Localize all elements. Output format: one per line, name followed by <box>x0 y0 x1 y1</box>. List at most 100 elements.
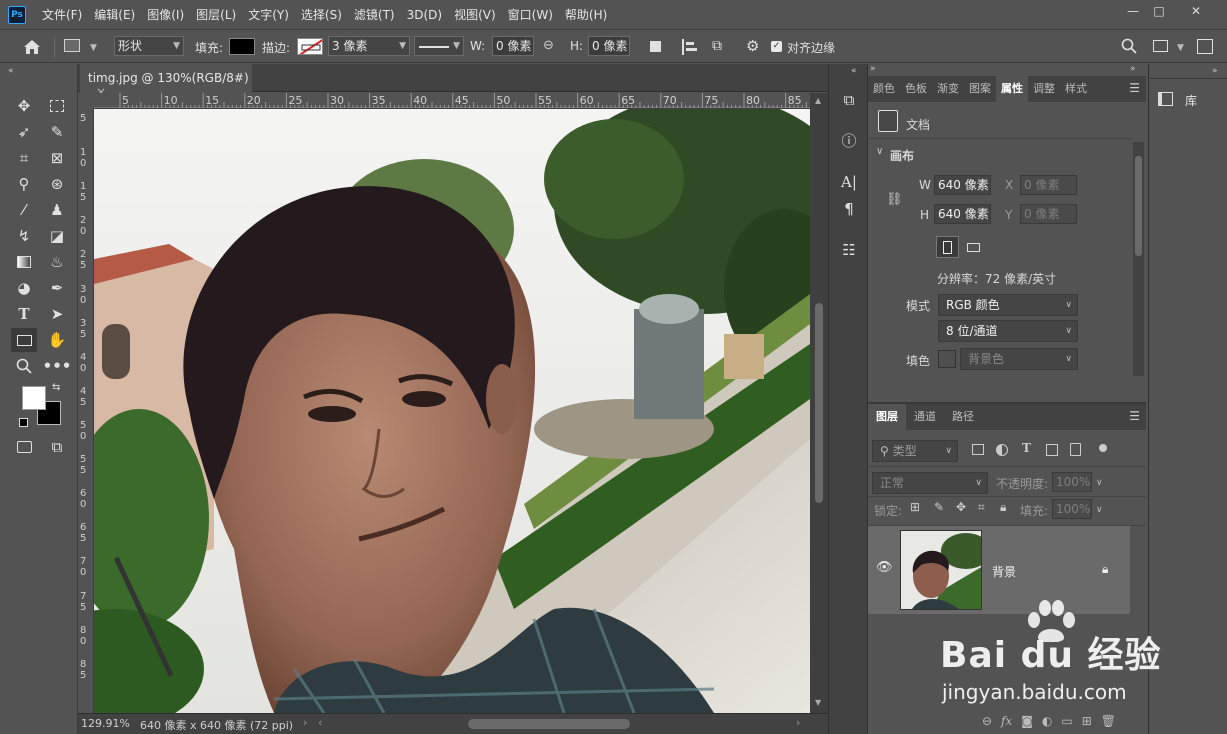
layer-style-icon[interactable]: fx <box>1001 714 1012 728</box>
stroke-width-select[interactable]: 3 像素 ▼ <box>328 36 410 56</box>
fill-color-select[interactable]: 背景色 ∨ <box>960 348 1078 370</box>
history-panel-icon[interactable]: ⧉ <box>837 88 861 112</box>
fill-swatch[interactable] <box>229 38 255 55</box>
type-filter-icon[interactable]: T <box>1022 441 1031 455</box>
brush-tool-icon[interactable]: ⁄ <box>11 198 37 222</box>
lock-transparency-icon[interactable]: ⊞ <box>910 500 920 514</box>
libraries-label[interactable]: 库 <box>1185 92 1197 109</box>
clone-stamp-tool-icon[interactable]: ♟ <box>44 198 70 222</box>
new-group-icon[interactable]: ▭ <box>1061 714 1072 728</box>
portrait-orientation-icon[interactable] <box>936 236 959 258</box>
canvas-height-input[interactable]: 640 像素 <box>934 204 991 224</box>
menu-edit[interactable]: 编辑(E) <box>88 0 141 30</box>
canvas[interactable] <box>94 109 810 713</box>
image-filter-icon[interactable] <box>972 444 984 455</box>
new-adjustment-layer-icon[interactable]: ◐ <box>1042 714 1052 728</box>
add-mask-icon[interactable]: ◙ <box>1021 714 1033 728</box>
canvas-y-input[interactable]: 0 像素 <box>1020 204 1077 224</box>
lock-artboard-icon[interactable]: ⌗ <box>978 500 985 515</box>
zoom-tool-icon[interactable] <box>11 354 37 378</box>
menu-filter[interactable]: 滤镜(T) <box>348 0 401 30</box>
libraries-icon[interactable] <box>1158 92 1173 106</box>
swap-colors-icon[interactable]: ⇆ <box>52 382 60 393</box>
vertical-scroll-thumb[interactable] <box>815 303 823 503</box>
blend-mode-select[interactable]: 正常 ∨ <box>872 472 988 494</box>
opacity-input[interactable]: 100% <box>1052 472 1092 492</box>
scroll-right-icon[interactable]: › <box>796 716 800 729</box>
gradient-tool-icon[interactable] <box>11 250 37 274</box>
fill-color-swatch[interactable] <box>938 350 956 368</box>
scroll-left-icon[interactable]: ‹ <box>318 716 322 729</box>
link-layers-icon[interactable]: ⊖ <box>982 714 992 728</box>
layer-row[interactable]: 👁︎ 背景 🔒︎ <box>868 526 1130 614</box>
collapse-panel-icon[interactable]: « <box>8 66 14 76</box>
status-menu-icon[interactable]: › <box>303 716 307 729</box>
collapse-panel-icon[interactable]: » <box>1212 66 1218 76</box>
chevron-down-icon[interactable]: ▼ <box>1177 43 1184 53</box>
expand-panels-icon[interactable]: « <box>851 66 857 76</box>
panel-menu-icon[interactable]: ☰ <box>1129 81 1140 95</box>
tab-gradients[interactable]: 渐变 <box>932 76 964 102</box>
layer-name[interactable]: 背景 <box>992 563 1016 580</box>
canvas-x-input[interactable]: 0 像素 <box>1020 175 1077 195</box>
horizontal-scroll-thumb[interactable] <box>468 719 630 729</box>
menu-image[interactable]: 图像(I) <box>141 0 190 30</box>
filter-toggle-icon[interactable] <box>1099 444 1107 452</box>
zoom-level[interactable]: 129.91% <box>81 717 130 730</box>
path-selection-tool-icon[interactable]: ➤ <box>44 302 70 326</box>
vertical-scrollbar[interactable]: ▲ ▼ <box>810 93 828 713</box>
align-edges-checkbox[interactable]: ✓ <box>771 41 782 52</box>
tab-adjustments[interactable]: 调整 <box>1028 76 1060 102</box>
tab-paths[interactable]: 路径 <box>944 404 982 430</box>
screen-mode-icon[interactable]: ⧉ <box>44 435 70 459</box>
chevron-down-icon[interactable]: ∨ <box>876 146 883 157</box>
eraser-tool-icon[interactable]: ◪ <box>44 224 70 248</box>
document-tab[interactable]: timg.jpg @ 130%(RGB/8#) × <box>80 64 252 99</box>
chevron-down-icon[interactable]: ▼ <box>90 43 97 53</box>
menu-window[interactable]: 窗口(W) <box>502 0 559 30</box>
tab-channels[interactable]: 通道 <box>906 404 944 430</box>
panel-menu-icon[interactable]: ☰ <box>1129 409 1140 423</box>
lock-pixels-icon[interactable]: ✎ <box>934 500 944 514</box>
chevron-down-icon[interactable]: ∨ <box>1096 478 1103 488</box>
blur-tool-icon[interactable]: ♨ <box>44 250 70 274</box>
menu-view[interactable]: 视图(V) <box>448 0 502 30</box>
smart-object-filter-icon[interactable] <box>1070 443 1081 456</box>
scroll-down-icon[interactable]: ▼ <box>815 698 821 707</box>
delete-layer-icon[interactable]: 🗑︎ <box>1101 714 1116 728</box>
libraries-adjust-panel-icon[interactable]: ☷ <box>837 238 861 262</box>
path-operations-icon[interactable] <box>650 41 661 52</box>
more-tools-icon[interactable]: ••• <box>43 354 72 378</box>
bit-depth-select[interactable]: 8 位/通道 ∨ <box>938 320 1078 342</box>
tab-swatches[interactable]: 色板 <box>900 76 932 102</box>
tab-properties[interactable]: 属性 <box>996 76 1028 102</box>
marquee-tool-icon[interactable] <box>44 94 70 118</box>
default-colors-icon[interactable] <box>19 418 28 427</box>
lock-all-icon[interactable]: 🔒︎ <box>1000 500 1006 515</box>
maximize-button[interactable]: □ <box>1143 0 1175 22</box>
collapse-panel-icon[interactable]: » <box>1130 64 1136 74</box>
shape-height-input[interactable]: 0 像素 <box>588 36 630 56</box>
tab-layers[interactable]: 图层 <box>868 404 906 430</box>
properties-scrollbar[interactable] <box>1133 142 1144 376</box>
gear-icon[interactable]: ⚙ <box>746 37 759 55</box>
search-icon[interactable] <box>1121 38 1137 57</box>
collapse-panel-icon[interactable]: » <box>870 64 876 74</box>
quick-select-tool-icon[interactable]: ✎ <box>44 120 70 144</box>
paragraph-panel-icon[interactable]: ¶ <box>837 197 861 221</box>
eyedropper-tool-icon[interactable]: ⚲ <box>11 172 37 196</box>
shape-tool-icon[interactable] <box>64 39 80 52</box>
menu-3d[interactable]: 3D(D) <box>401 0 448 30</box>
character-panel-icon[interactable]: A| <box>837 170 861 194</box>
stroke-type-select[interactable]: ▼ <box>414 36 464 56</box>
fill-input[interactable]: 100% <box>1052 499 1092 519</box>
ruler-origin[interactable] <box>78 93 94 109</box>
lock-position-icon[interactable]: ✥ <box>956 500 966 514</box>
link-dimensions-icon[interactable]: ⛓ <box>886 192 903 207</box>
menu-type[interactable]: 文字(Y) <box>242 0 295 30</box>
shape-filter-icon[interactable] <box>1046 444 1058 456</box>
link-icon[interactable]: ⊖ <box>543 38 554 53</box>
dodge-tool-icon[interactable]: ◕ <box>11 276 37 300</box>
path-arrangement-icon[interactable]: ⧉ <box>712 38 722 54</box>
home-icon[interactable] <box>20 37 44 57</box>
